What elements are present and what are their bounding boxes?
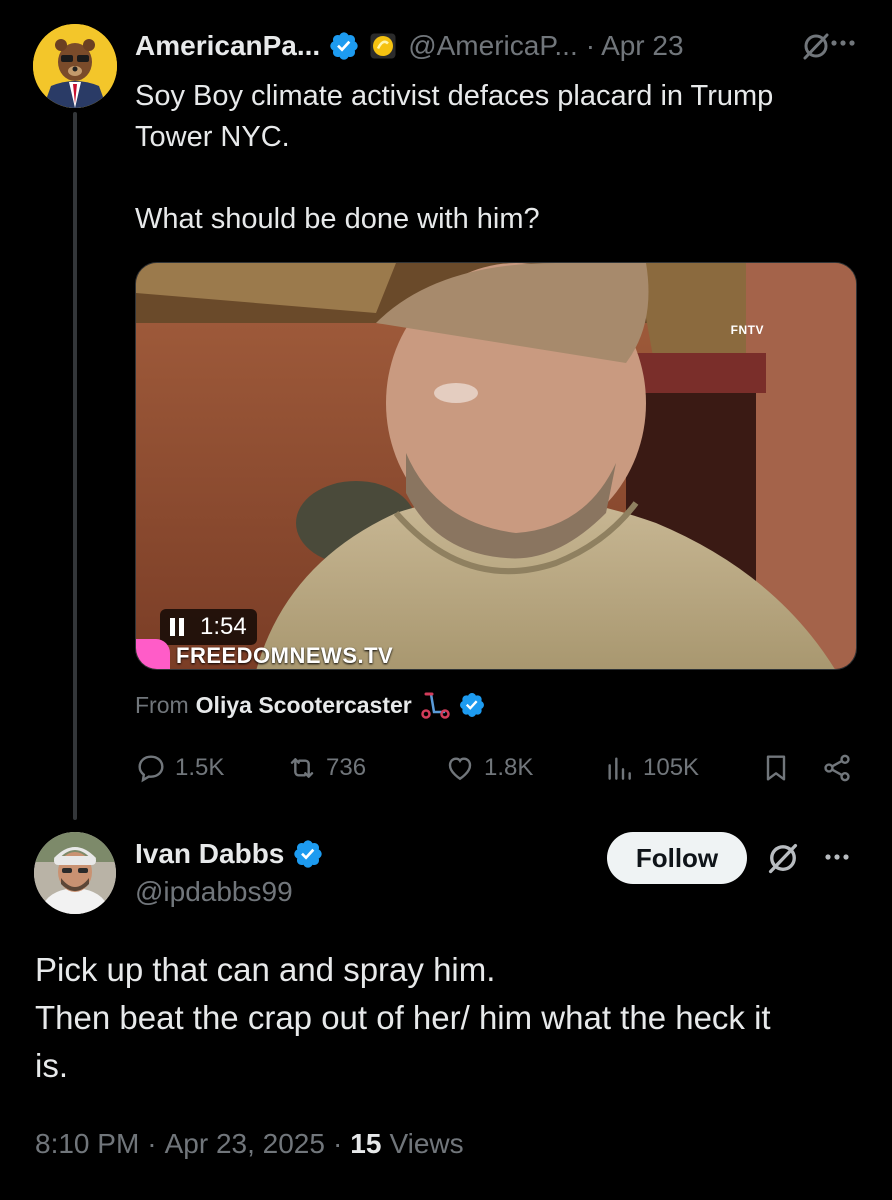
from-attribution: From Oliya Scootercaster — [135, 688, 486, 722]
tweet-actions: 1.5K 736 1.8K 105K — [135, 748, 857, 788]
corner-logo: FNTV — [730, 323, 764, 337]
reply-author-name[interactable]: Ivan Dabbs — [135, 838, 284, 870]
author-avatar[interactable] — [33, 24, 117, 108]
reply-date[interactable]: Apr 23, 2025 — [165, 1128, 325, 1160]
reply-author-avatar[interactable] — [34, 832, 116, 914]
reply-button[interactable]: 1.5K — [135, 748, 224, 788]
separator-dot: · — [585, 30, 596, 61]
views-button[interactable]: 105K — [603, 748, 699, 788]
from-label: From — [135, 691, 189, 718]
reply-metadata: 8:10 PM · Apr 23, 2025 · 15 Views — [35, 1128, 464, 1160]
video-timer[interactable]: 1:54 — [160, 609, 257, 645]
reply-views-count[interactable]: 15 — [350, 1128, 381, 1160]
reply-count: 1.5K — [175, 754, 225, 781]
like-button[interactable]: 1.8K — [444, 748, 533, 788]
bookmark-button[interactable] — [760, 748, 792, 788]
source-name[interactable]: Oliya Scootercaster — [196, 692, 412, 719]
reply-views-label: Views — [389, 1128, 464, 1159]
views-count: 105K — [643, 754, 700, 781]
reply-icon — [138, 755, 164, 783]
reply-time[interactable]: 8:10 PM — [35, 1128, 139, 1160]
repost-button[interactable]: 736 — [286, 748, 366, 788]
repost-icon — [290, 758, 314, 778]
pause-icon[interactable] — [170, 618, 186, 636]
heart-icon — [448, 757, 472, 781]
bookmark-icon — [766, 755, 786, 781]
separator-dot: · — [332, 1128, 343, 1159]
views-chart-icon — [608, 757, 631, 780]
tweet-text: Soy Boy climate activist defaces placard… — [135, 80, 774, 235]
verified-badge-icon[interactable] — [292, 838, 324, 870]
video-watermark: FREEDOMNEWS.TV — [176, 643, 394, 668]
verified-badge-icon[interactable] — [458, 691, 486, 719]
scooter-icon — [420, 692, 450, 719]
follow-button[interactable]: Follow — [607, 832, 747, 884]
thread-connector-line — [73, 112, 77, 820]
video-corner-tab — [136, 639, 170, 669]
video-elapsed: 1:54 — [200, 613, 247, 640]
author-handle[interactable]: @AmericaP... — [408, 30, 578, 62]
grok-icon[interactable] — [765, 840, 801, 876]
reply-text: Pick up that can and spray him. Then bea… — [35, 951, 771, 1084]
reply-author-name-row: Ivan Dabbs — [135, 834, 324, 874]
separator-dot: · — [147, 1128, 157, 1159]
like-count: 1.8K — [484, 754, 534, 781]
share-button[interactable] — [821, 748, 853, 788]
more-options-icon[interactable] — [828, 28, 858, 58]
video-player[interactable]: FNTV 1:54 FREEDOMNEWS.TV — [135, 262, 857, 670]
tweet-date[interactable]: Apr 23 — [601, 30, 684, 62]
author-name[interactable]: AmericanPa... — [135, 30, 320, 62]
tweet-header: AmericanPa... @AmericaP... · Apr 23 — [135, 26, 862, 66]
share-icon — [824, 754, 850, 782]
repost-count: 736 — [326, 754, 367, 781]
gold-coin-icon — [370, 33, 396, 59]
more-options-icon[interactable] — [822, 842, 852, 872]
reply-author-handle[interactable]: @ipdabbs99 — [135, 876, 293, 908]
verified-badge-icon[interactable] — [328, 30, 360, 62]
